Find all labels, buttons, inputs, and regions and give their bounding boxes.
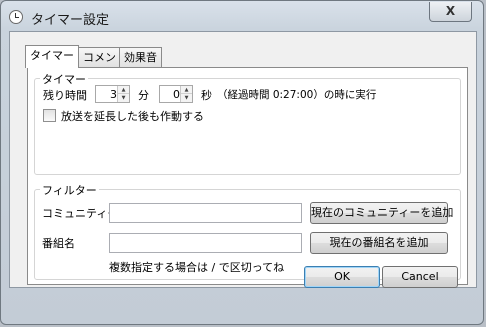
seconds-value: 0 [173, 88, 180, 101]
minutes-up-icon[interactable]: ▲ [118, 86, 129, 94]
minutes-down-icon[interactable]: ▼ [118, 94, 129, 102]
seconds-unit-label: 秒 [201, 89, 212, 102]
window-title: タイマー設定 [31, 13, 110, 28]
elapsed-time-text: （経過時間 0:27:00）の時に実行 [217, 89, 377, 101]
close-button[interactable]: X [429, 2, 472, 22]
program-name-input[interactable] [109, 233, 302, 253]
title-bar[interactable]: タイマー設定 X [1, 1, 485, 31]
program-name-label: 番組名 [42, 237, 75, 250]
extend-broadcast-label[interactable]: 放送を延長した後も作動する [61, 108, 204, 124]
community-label: コミュニティー [42, 207, 119, 220]
tab-sound-effect[interactable]: 効果音 [119, 47, 162, 67]
minutes-value: 3 [110, 88, 117, 101]
remaining-time-label: 残り時間 [43, 89, 87, 102]
community-input[interactable] [109, 203, 302, 223]
seconds-spin-buttons: ▲ ▼ [180, 86, 192, 102]
ok-button[interactable]: OK [304, 266, 380, 288]
minutes-stepper[interactable]: 3 ▲ ▼ [95, 85, 130, 103]
minutes-spin-buttons: ▲ ▼ [117, 86, 129, 102]
timer-group-legend: タイマー [40, 71, 88, 87]
seconds-up-icon[interactable]: ▲ [181, 86, 192, 94]
filter-group-legend: フィルター [40, 182, 99, 198]
tab-panel-timer: タイマー 残り時間 3 ▲ ▼ 分 0 ▲ ▼ 秒 （経過時間 0:27:00）… [27, 67, 468, 285]
minutes-unit-label: 分 [138, 89, 149, 102]
extend-broadcast-checkbox[interactable] [43, 109, 56, 122]
cancel-button[interactable]: Cancel [382, 266, 458, 288]
filter-hint-text: 複数指定する場合は / で区切ってね [109, 261, 285, 274]
dialog-client-area: タイマー コメント 効果音 タイマー 残り時間 3 ▲ ▼ 分 0 ▲ ▼ 秒 … [9, 31, 477, 288]
clock-icon [9, 10, 23, 24]
add-current-program-button[interactable]: 現在の番組名を追加 [310, 232, 448, 254]
seconds-stepper[interactable]: 0 ▲ ▼ [159, 85, 193, 103]
seconds-down-icon[interactable]: ▼ [181, 94, 192, 102]
tab-timer[interactable]: タイマー [25, 45, 79, 68]
add-current-community-button[interactable]: 現在のコミュニティーを追加 [310, 202, 453, 224]
dialog-window: タイマー設定 X タイマー コメント 効果音 タイマー 残り時間 3 ▲ ▼ 分… [0, 0, 484, 325]
timer-groupbox: タイマー 残り時間 3 ▲ ▼ 分 0 ▲ ▼ 秒 （経過時間 0:27:00）… [34, 71, 461, 175]
